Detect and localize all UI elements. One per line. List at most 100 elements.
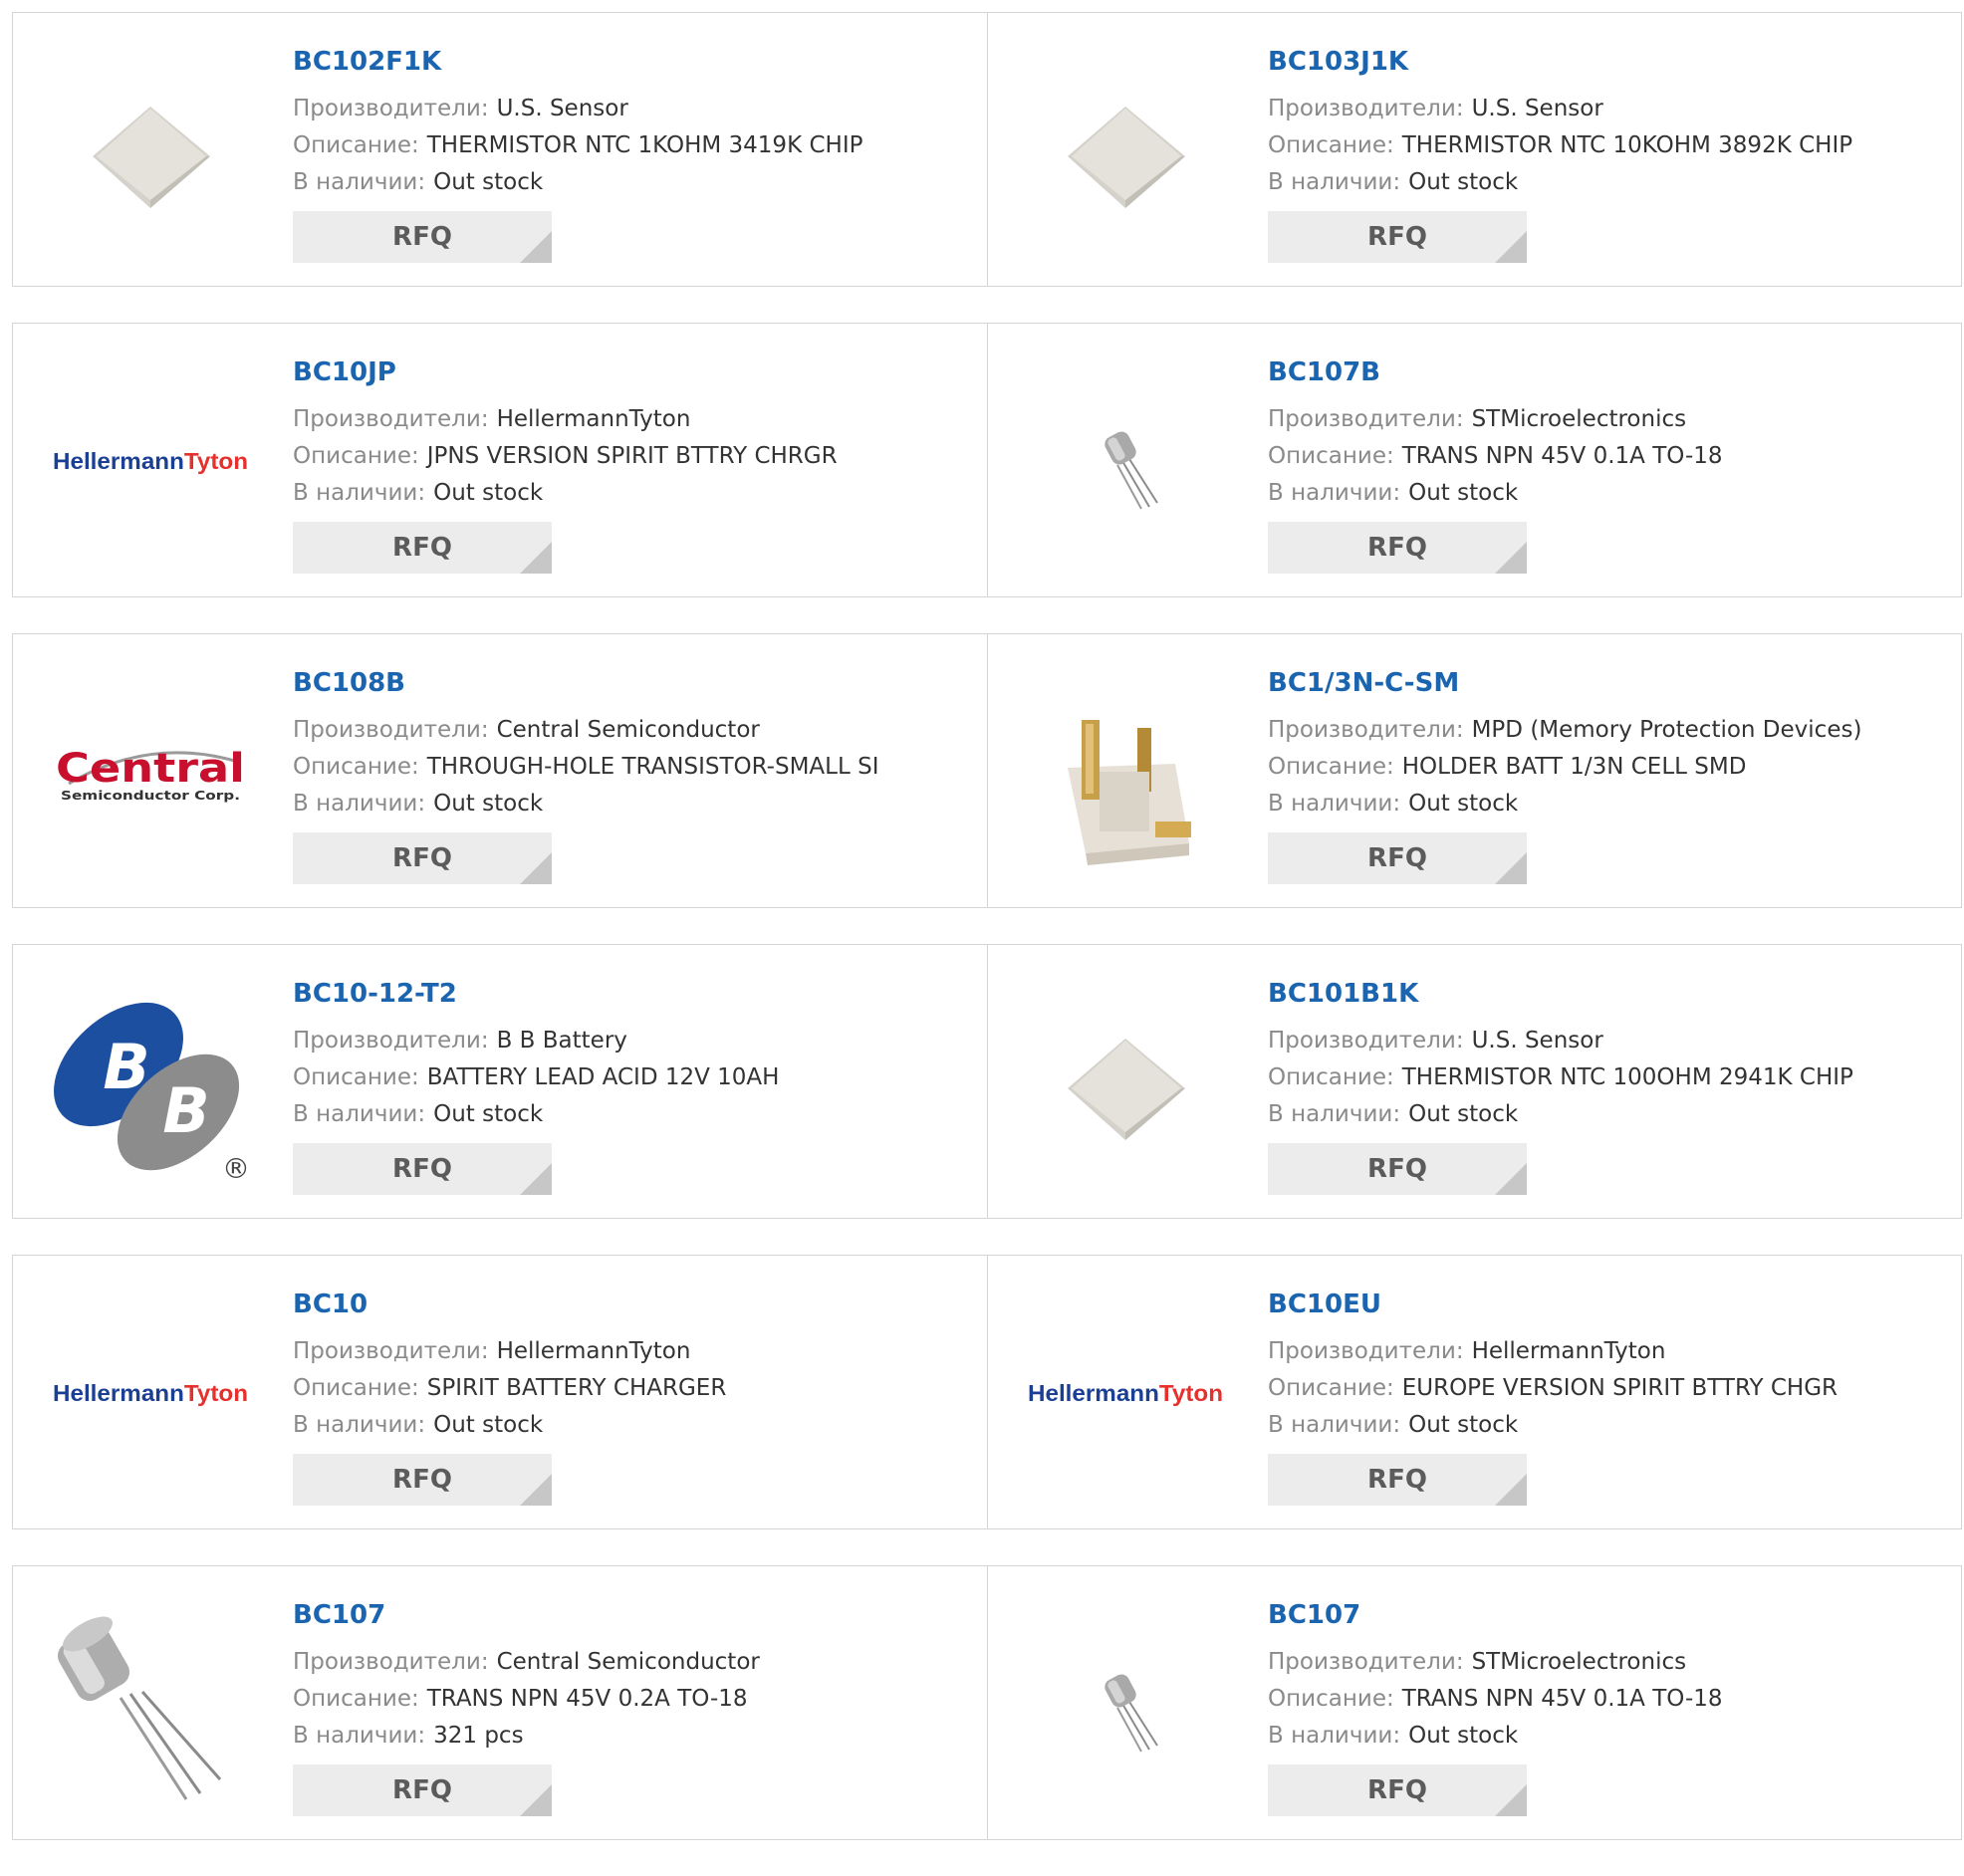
thermistor-chip-icon: [1068, 1039, 1185, 1140]
part-number-link[interactable]: BC107: [293, 1598, 977, 1632]
transistor-icon: [1105, 1674, 1158, 1753]
rfq-corner-icon: [1495, 231, 1527, 263]
product-card: Hellermann Tyton BC10JP Производители: Hel…: [13, 324, 987, 596]
product-image[interactable]: Hellermann Tyton: [1026, 1293, 1225, 1493]
rfq-corner-icon: [520, 231, 552, 263]
rfq-button[interactable]: RFQ: [1268, 522, 1527, 574]
battery-holder-icon: [1068, 720, 1191, 865]
product-info: BC107 Производители: Central Semiconducto…: [293, 1598, 977, 1816]
svg-text:Semiconductor Corp.: Semiconductor Corp.: [61, 789, 240, 803]
product-info: BC10-12-T2 Производители: B B Battery Опи…: [293, 977, 977, 1195]
product-image[interactable]: [1026, 1604, 1225, 1803]
stock-label: В наличии:: [293, 480, 426, 506]
rfq-label: RFQ: [1367, 1154, 1427, 1184]
part-number-link[interactable]: BC107B: [1268, 355, 1951, 389]
svg-text:B: B: [103, 1031, 149, 1103]
rfq-button[interactable]: RFQ: [1268, 211, 1527, 263]
description-line: Описание: TRANS NPN 45V 0.1A TO-18: [1268, 1681, 1951, 1718]
rfq-label: RFQ: [1367, 1775, 1427, 1805]
rfq-corner-icon: [1495, 542, 1527, 574]
manufacturer-value: Central Semiconductor: [496, 717, 760, 743]
manufacturer-line: Производители: U.S. Sensor: [1268, 91, 1951, 127]
product-grid: BC102F1K Производители: U.S. Sensor Описа…: [12, 12, 1962, 1876]
part-number-link[interactable]: BC1/3N-C-SM: [1268, 666, 1951, 700]
description-label: Описание:: [293, 443, 419, 469]
rfq-button[interactable]: RFQ: [1268, 832, 1527, 884]
product-row: Hellermann Tyton BC10 Производители: Helle…: [12, 1255, 1962, 1529]
product-image[interactable]: Hellermann Tyton: [51, 361, 250, 561]
rfq-button[interactable]: RFQ: [293, 522, 552, 574]
transistor-icon: [1105, 431, 1158, 510]
rfq-button[interactable]: RFQ: [293, 832, 552, 884]
stock-value: Out stock: [433, 480, 544, 506]
manufacturer-label: Производители:: [293, 717, 489, 743]
part-number-link[interactable]: BC10: [293, 1288, 977, 1321]
rfq-label: RFQ: [392, 222, 452, 252]
product-image[interactable]: [1026, 361, 1225, 561]
stock-label: В наличии:: [293, 169, 426, 195]
description-label: Описание:: [1268, 132, 1394, 158]
product-info: BC10EU Производители: HellermannTyton Опи…: [1268, 1288, 1951, 1506]
product-row: B B ® BC10-12-T2 Производители: B B Battery…: [12, 944, 1962, 1219]
product-image[interactable]: [1026, 983, 1225, 1182]
rfq-corner-icon: [1495, 1163, 1527, 1195]
product-image[interactable]: B B ®: [51, 983, 250, 1182]
product-image[interactable]: [51, 51, 250, 250]
product-image[interactable]: [51, 1604, 250, 1803]
manufacturer-label: Производители:: [1268, 1338, 1464, 1364]
stock-value: Out stock: [433, 791, 544, 817]
rfq-label: RFQ: [392, 533, 452, 563]
description-line: Описание: THROUGH-HOLE TRANSISTOR-SMALL S…: [293, 749, 977, 786]
manufacturer-value: Central Semiconductor: [496, 1649, 760, 1675]
part-number-link[interactable]: BC108B: [293, 666, 977, 700]
thermistor-chip-icon: [1068, 107, 1185, 208]
rfq-corner-icon: [520, 1163, 552, 1195]
manufacturer-value: U.S. Sensor: [1471, 96, 1603, 121]
manufacturer-value: HellermannTyton: [496, 1338, 691, 1364]
stock-line: В наличии: Out stock: [1268, 475, 1951, 512]
stock-label: В наличии:: [1268, 169, 1401, 195]
rfq-label: RFQ: [392, 1465, 452, 1495]
product-info: BC101B1K Производители: U.S. Sensor Описа…: [1268, 977, 1951, 1195]
rfq-label: RFQ: [392, 1154, 452, 1184]
description-label: Описание:: [293, 754, 419, 780]
part-number-link[interactable]: BC101B1K: [1268, 977, 1951, 1011]
rfq-button[interactable]: RFQ: [293, 1143, 552, 1195]
stock-label: В наличии:: [1268, 791, 1401, 817]
part-number-link[interactable]: BC103J1K: [1268, 45, 1951, 79]
product-image[interactable]: [1026, 672, 1225, 871]
rfq-button[interactable]: RFQ: [1268, 1143, 1527, 1195]
description-value: THERMISTOR NTC 1KOHM 3419K CHIP: [426, 132, 863, 158]
description-value: THERMISTOR NTC 100OHM 2941K CHIP: [1401, 1064, 1853, 1090]
rfq-button[interactable]: RFQ: [293, 1764, 552, 1816]
rfq-button[interactable]: RFQ: [293, 211, 552, 263]
description-label: Описание:: [1268, 1064, 1394, 1090]
description-line: Описание: SPIRIT BATTERY CHARGER: [293, 1370, 977, 1407]
product-info: BC103J1K Производители: U.S. Sensor Описа…: [1268, 45, 1951, 263]
product-image[interactable]: Hellermann Tyton: [51, 1293, 250, 1493]
stock-value: Out stock: [433, 169, 544, 195]
manufacturer-value: U.S. Sensor: [1471, 1028, 1603, 1054]
product-info: BC1/3N-C-SM Производители: MPD (Memory Pr…: [1268, 666, 1951, 884]
manufacturer-label: Производители:: [1268, 406, 1464, 432]
manufacturer-label: Производители:: [1268, 1028, 1464, 1054]
description-value: TRANS NPN 45V 0.1A TO-18: [1401, 1686, 1723, 1712]
part-number-link[interactable]: BC10JP: [293, 355, 977, 389]
part-number-link[interactable]: BC102F1K: [293, 45, 977, 79]
product-image[interactable]: [1026, 51, 1225, 250]
part-number-link[interactable]: BC10EU: [1268, 1288, 1951, 1321]
rfq-corner-icon: [520, 542, 552, 574]
product-card: BC107 Производители: Central Semiconducto…: [13, 1566, 987, 1839]
part-number-link[interactable]: BC107: [1268, 1598, 1951, 1632]
part-number-link[interactable]: BC10-12-T2: [293, 977, 977, 1011]
product-image[interactable]: Central Semiconductor Corp.: [51, 672, 250, 871]
rfq-button[interactable]: RFQ: [293, 1454, 552, 1506]
product-card: BC103J1K Производители: U.S. Sensor Описа…: [987, 13, 1961, 286]
bb-battery-logo: BB ®: [54, 1002, 250, 1182]
description-value: BATTERY LEAD ACID 12V 10AH: [426, 1064, 780, 1090]
rfq-button[interactable]: RFQ: [1268, 1764, 1527, 1816]
stock-label: В наличии:: [1268, 480, 1401, 506]
rfq-button[interactable]: RFQ: [1268, 1454, 1527, 1506]
transistor-icon: [58, 1616, 222, 1800]
description-label: Описание:: [293, 132, 419, 158]
